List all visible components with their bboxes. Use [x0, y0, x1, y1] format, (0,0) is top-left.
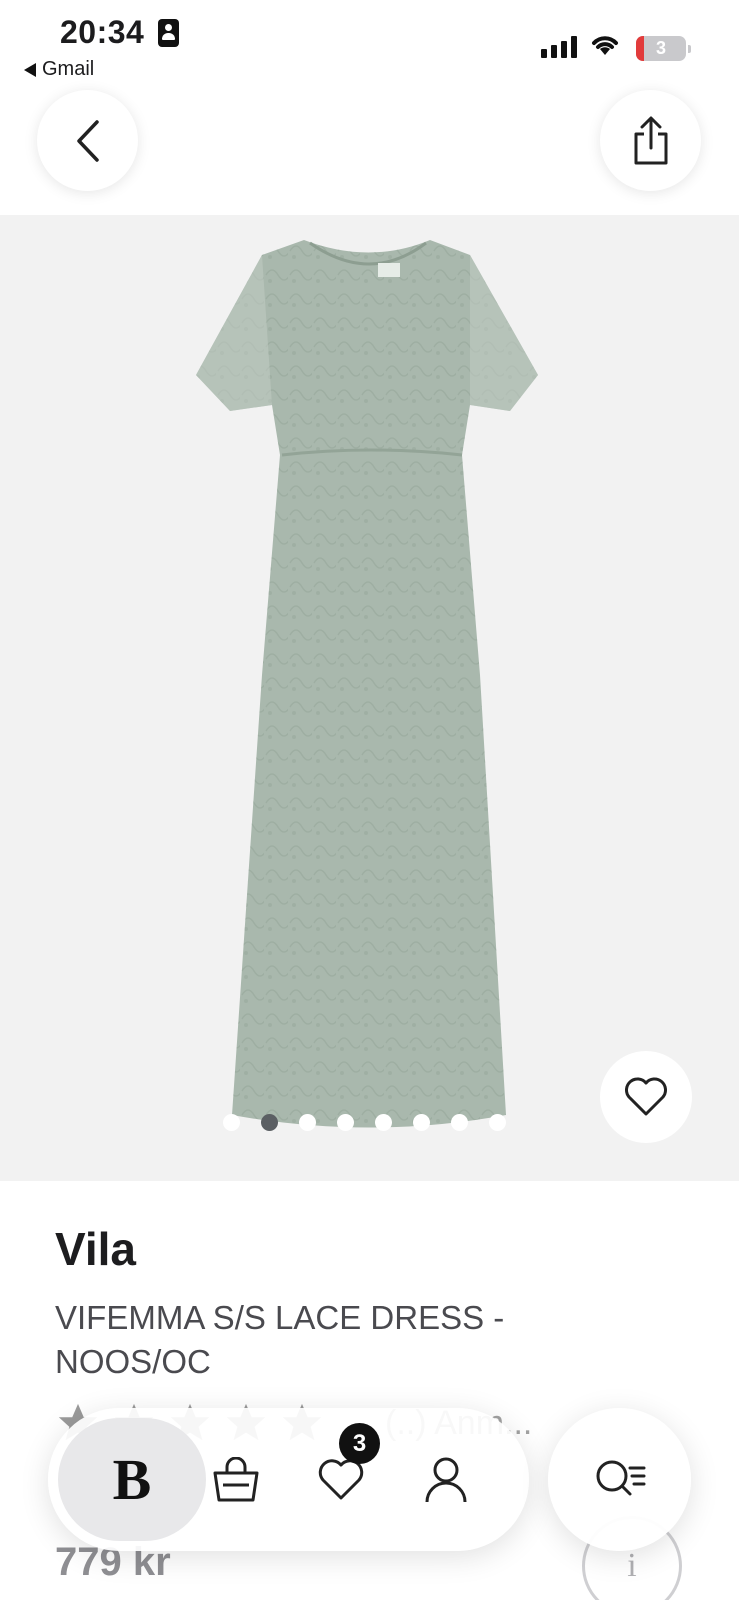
cellular-signal-icon: [541, 36, 577, 58]
search-filter-button[interactable]: [548, 1408, 691, 1551]
back-triangle-icon: [24, 62, 36, 77]
battery-level: 3: [655, 38, 666, 58]
bottom-navigation: B 3: [48, 1408, 529, 1551]
back-app-label: Gmail: [42, 58, 95, 80]
share-icon: [634, 116, 667, 164]
gallery-dot[interactable]: [375, 1114, 392, 1131]
gallery-dot-active[interactable]: [261, 1114, 278, 1131]
search-icon: [596, 1460, 645, 1495]
gallery-dot[interactable]: [299, 1114, 316, 1131]
gallery-dot[interactable]: [223, 1114, 240, 1131]
favorite-button[interactable]: [600, 1051, 692, 1143]
home-logo: B: [112, 1447, 152, 1512]
back-button[interactable]: [37, 90, 138, 191]
gallery-dot[interactable]: [413, 1114, 430, 1131]
info-icon: i: [627, 1547, 637, 1584]
heart-icon: [625, 1077, 667, 1116]
gallery-pagination: [223, 1114, 506, 1131]
contact-card-icon: [158, 19, 179, 47]
wishlist-count-badge: 3: [339, 1423, 380, 1464]
heart-icon: [318, 1458, 364, 1499]
nav-profile-button[interactable]: [406, 1408, 486, 1551]
nav-home-button[interactable]: B: [58, 1418, 206, 1541]
back-to-app-link[interactable]: Gmail: [24, 58, 94, 81]
gallery-dot[interactable]: [337, 1114, 354, 1131]
chevron-left-icon: [76, 119, 99, 162]
gallery-dot[interactable]: [451, 1114, 468, 1131]
share-button[interactable]: [600, 90, 701, 191]
product-dress-image: [196, 240, 538, 1128]
wifi-icon: [592, 36, 618, 55]
product-brand[interactable]: Vila: [55, 1222, 136, 1276]
battery-icon: 3: [636, 36, 691, 61]
status-time: 20:34: [60, 14, 145, 50]
gallery-dot[interactable]: [489, 1114, 506, 1131]
product-image-gallery[interactable]: [0, 215, 739, 1181]
bag-icon: [213, 1456, 259, 1501]
nav-bag-button[interactable]: [196, 1408, 276, 1551]
product-name: VIFEMMA S/S LACE DRESS - NOOS/OC: [55, 1299, 505, 1380]
profile-icon: [425, 1457, 467, 1502]
